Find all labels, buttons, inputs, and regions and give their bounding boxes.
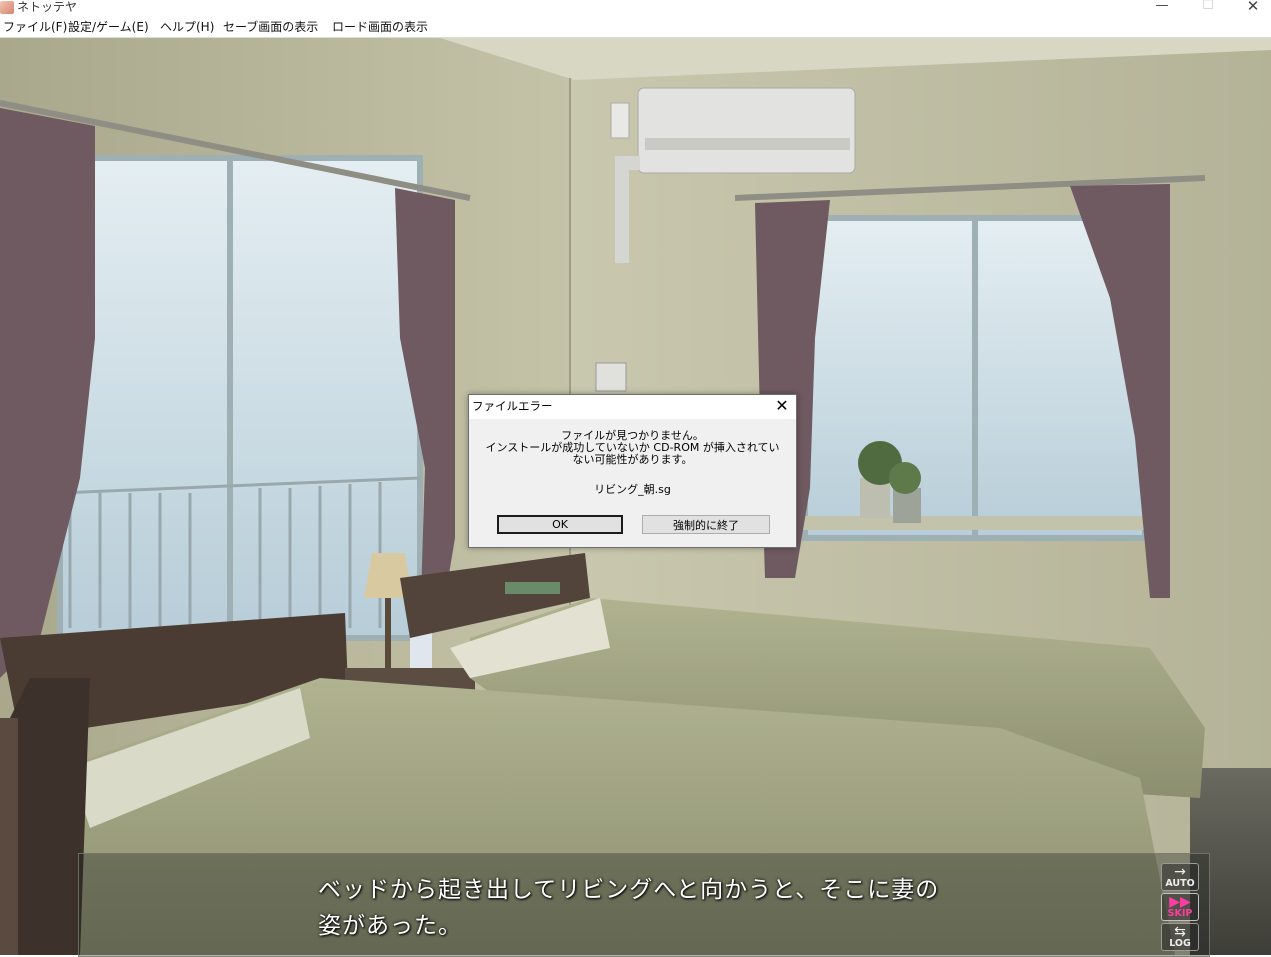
ok-button[interactable]: OK bbox=[497, 515, 623, 534]
missing-file-name: リビング_朝.sg bbox=[594, 483, 671, 496]
message-window[interactable] bbox=[78, 853, 1210, 957]
window-title: ネトッテヤ bbox=[17, 0, 78, 14]
menu-show-load-screen[interactable]: ロード画面の表示 bbox=[332, 18, 428, 36]
dialog-close-button[interactable]: ✕ bbox=[770, 395, 794, 417]
skip-label: SKIP bbox=[1167, 908, 1193, 919]
dialog-title: ファイルエラー bbox=[472, 399, 553, 413]
auto-label: AUTO bbox=[1165, 878, 1195, 889]
arrow-right-icon: → bbox=[1174, 864, 1186, 880]
menu-show-save-screen[interactable]: セーブ画面の表示 bbox=[223, 18, 318, 36]
dialog-message: ファイルが見つかりません。 インストールが成功していないか CD-ROM が挿入… bbox=[477, 430, 788, 466]
title-bar: ネトッテヤ — ☐ ✕ bbox=[0, 0, 1271, 16]
skip-button[interactable]: ▶▶ SKIP bbox=[1161, 893, 1199, 921]
close-window-button[interactable]: ✕ bbox=[1230, 0, 1271, 15]
fast-forward-icon: ▶▶ bbox=[1169, 894, 1191, 910]
menu-bar: ファイル(F) 設定/ゲーム(E) ヘルプ(H) セーブ画面の表示 ロード画面の… bbox=[0, 16, 1271, 38]
menu-settings-game[interactable]: 設定/ゲーム(E) bbox=[68, 18, 149, 36]
log-button[interactable]: ⇆ LOG bbox=[1161, 923, 1199, 951]
menu-help[interactable]: ヘルプ(H) bbox=[160, 18, 214, 36]
log-arrows-icon: ⇆ bbox=[1174, 924, 1186, 940]
maximize-button[interactable]: ☐ bbox=[1185, 0, 1231, 15]
dialog-message-line: ない可能性があります。 bbox=[572, 453, 693, 466]
message-text-line: ベッドから起き出してリビングへと向かうと、そこに妻の bbox=[318, 877, 940, 903]
message-text-line: 姿があった。 bbox=[318, 913, 462, 939]
menu-file[interactable]: ファイル(F) bbox=[3, 18, 67, 36]
file-error-dialog: ファイルエラー ✕ ファイルが見つかりません。 インストールが成功していないか … bbox=[468, 394, 797, 548]
app-icon bbox=[0, 1, 14, 14]
log-label: LOG bbox=[1169, 938, 1191, 949]
dialog-title-bar: ファイルエラー ✕ bbox=[469, 395, 796, 419]
force-quit-button[interactable]: 強制的に終了 bbox=[642, 515, 770, 534]
minimize-button[interactable]: — bbox=[1139, 0, 1185, 15]
auto-button[interactable]: → AUTO bbox=[1161, 863, 1199, 891]
